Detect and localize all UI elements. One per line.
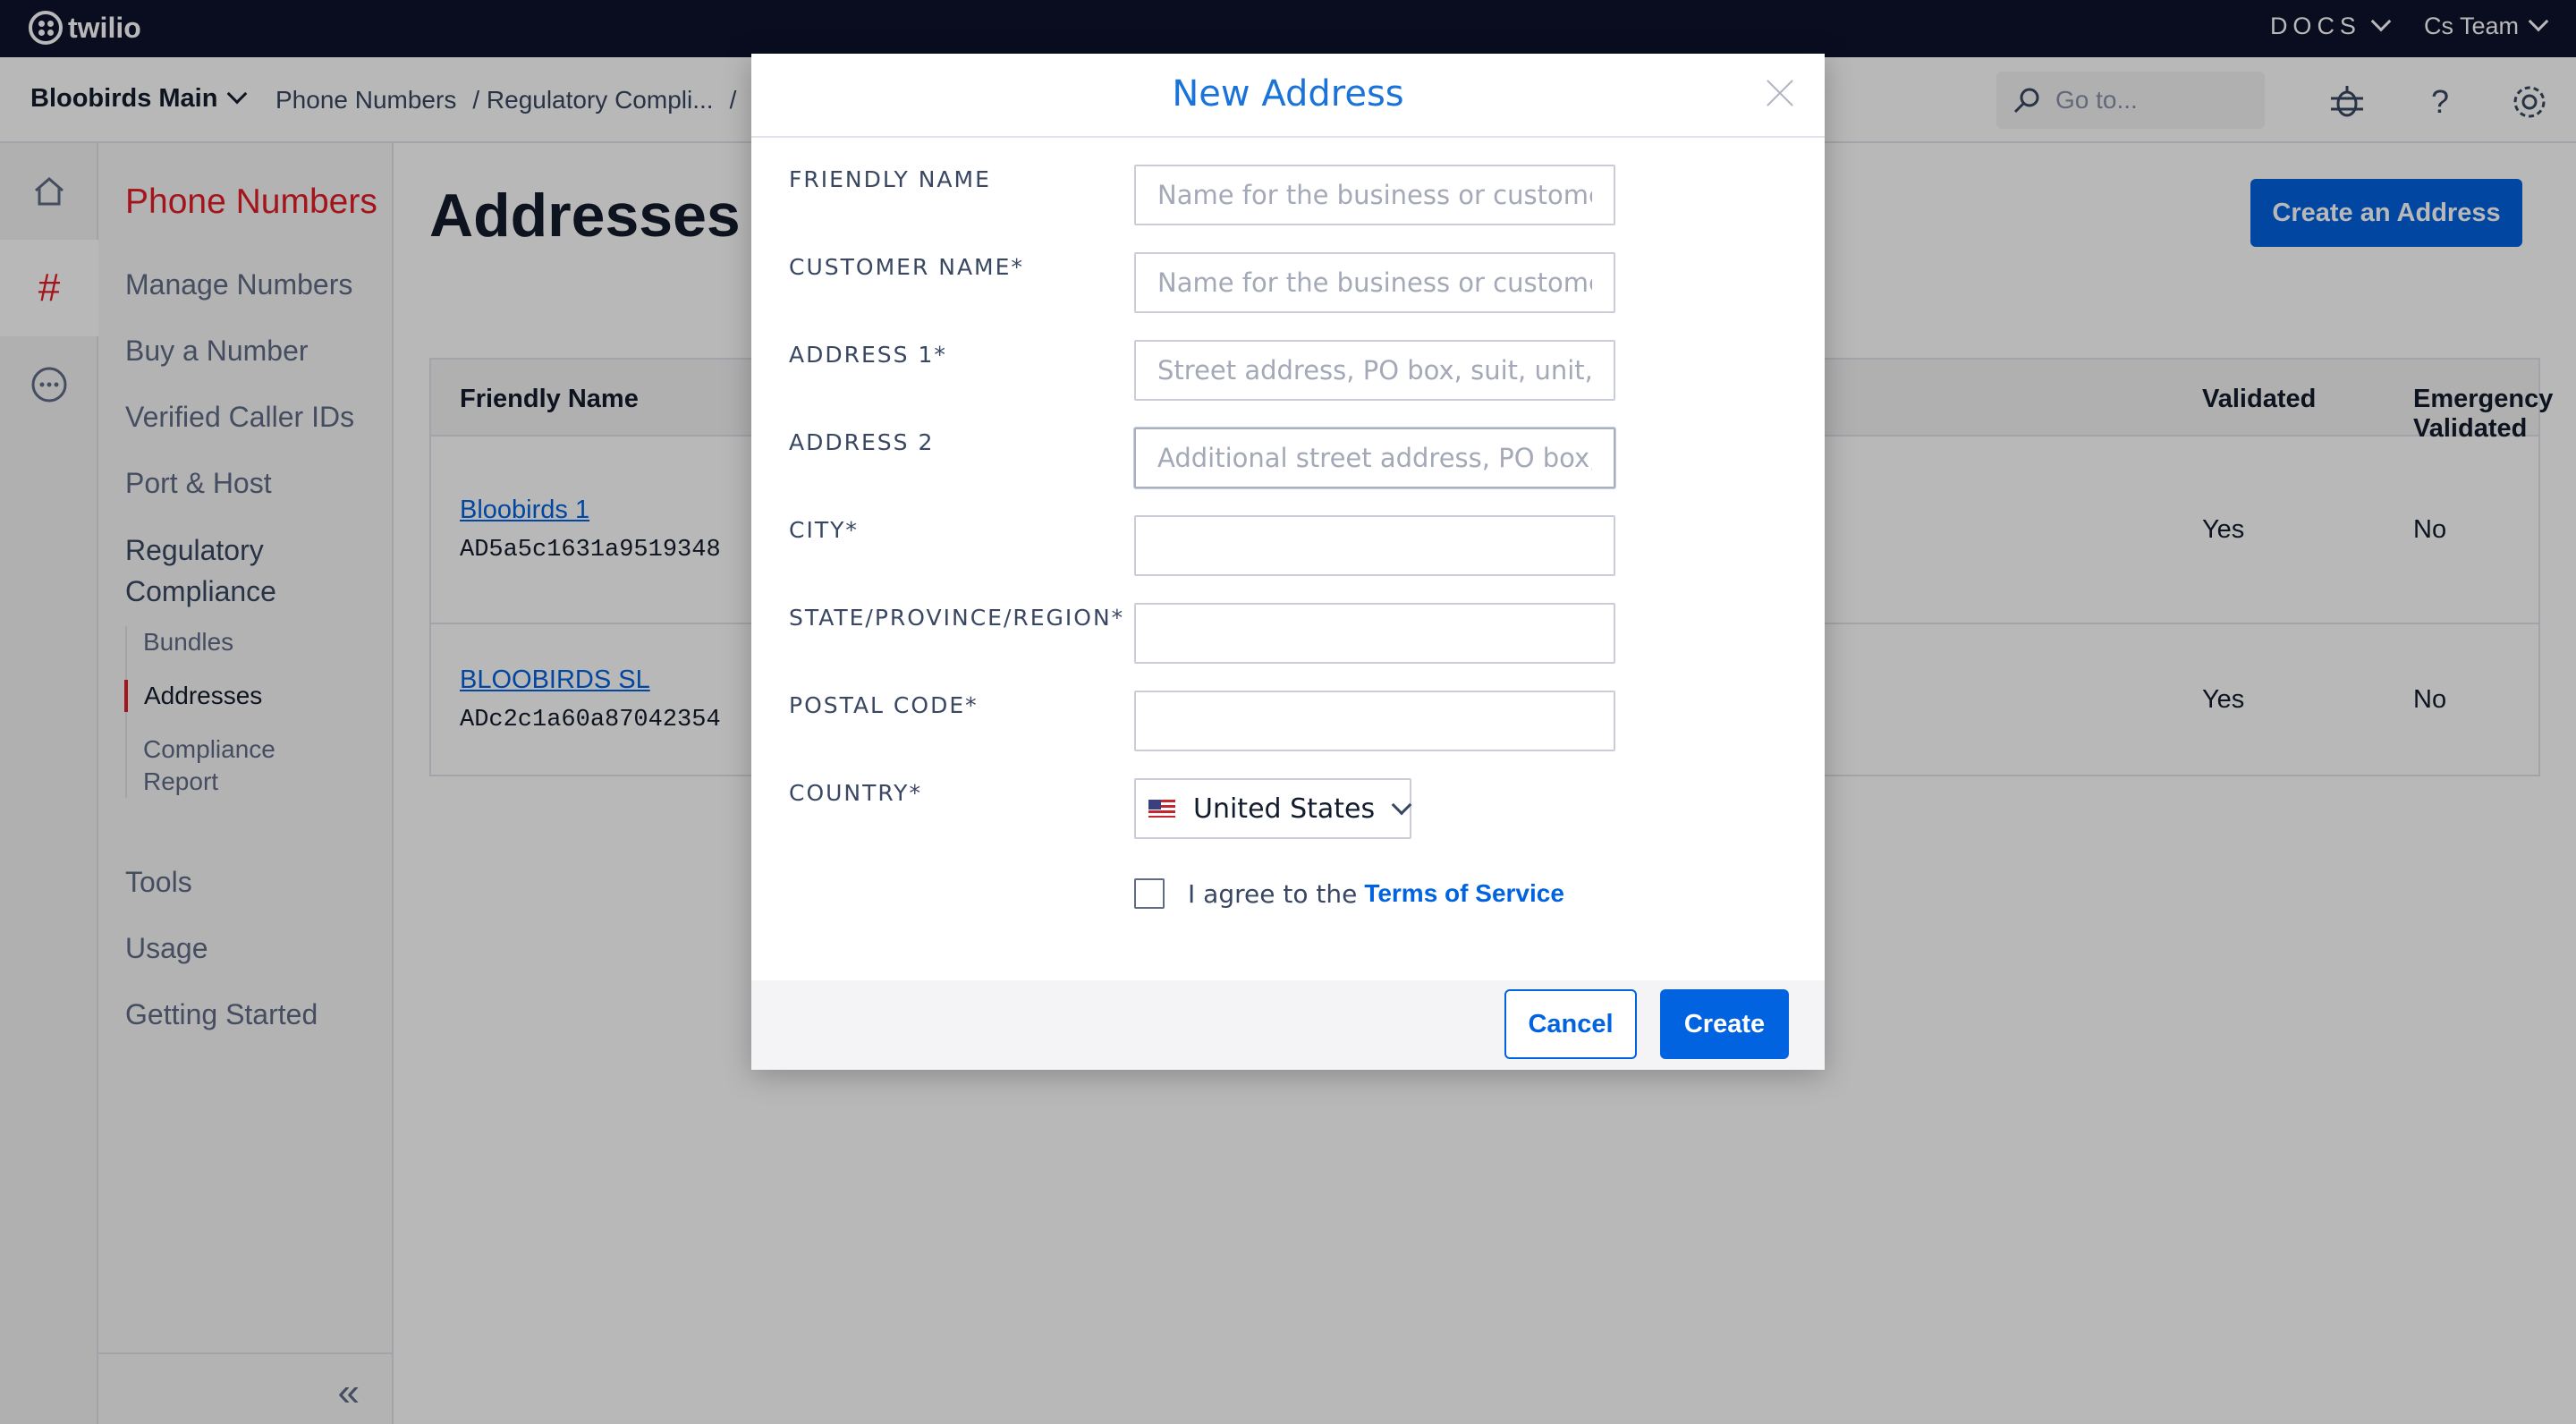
friendly-name-input[interactable] [1134, 165, 1615, 225]
city-label: CITY* [789, 517, 859, 543]
us-flag-icon [1148, 800, 1175, 818]
country-select[interactable]: United States [1134, 778, 1412, 839]
address1-label: ADDRESS 1* [789, 342, 947, 368]
agree-text: I agree to the [1188, 878, 1358, 909]
terms-agreement: I agree to the Terms of Service [1134, 878, 1564, 909]
modal-title: New Address [1172, 73, 1404, 114]
country-value: United States [1193, 793, 1376, 825]
cancel-button[interactable]: Cancel [1504, 989, 1637, 1059]
chevron-down-icon [1391, 794, 1412, 816]
friendly-name-label: FRIENDLY NAME [789, 166, 991, 192]
address2-input[interactable] [1134, 428, 1615, 488]
terms-of-service-link[interactable]: Terms of Service [1364, 879, 1564, 908]
new-address-modal: New Address FRIENDLY NAME CUSTOMER NAME*… [751, 54, 1825, 1070]
customer-name-input[interactable] [1134, 252, 1615, 313]
city-input[interactable] [1134, 515, 1615, 576]
terms-checkbox[interactable] [1134, 878, 1165, 909]
customer-name-label: CUSTOMER NAME* [789, 254, 1024, 280]
address2-label: ADDRESS 2 [789, 429, 935, 455]
state-input[interactable] [1134, 603, 1615, 664]
create-button[interactable]: Create [1660, 989, 1789, 1059]
postal-code-label: POSTAL CODE* [789, 692, 979, 718]
country-label: COUNTRY* [789, 780, 922, 806]
address1-input[interactable] [1134, 340, 1615, 401]
modal-footer: Cancel Create [751, 980, 1825, 1070]
state-label: STATE/PROVINCE/REGION* [789, 605, 1125, 631]
postal-code-input[interactable] [1134, 691, 1615, 751]
modal-header: New Address [751, 54, 1825, 138]
close-icon[interactable] [1762, 75, 1798, 111]
